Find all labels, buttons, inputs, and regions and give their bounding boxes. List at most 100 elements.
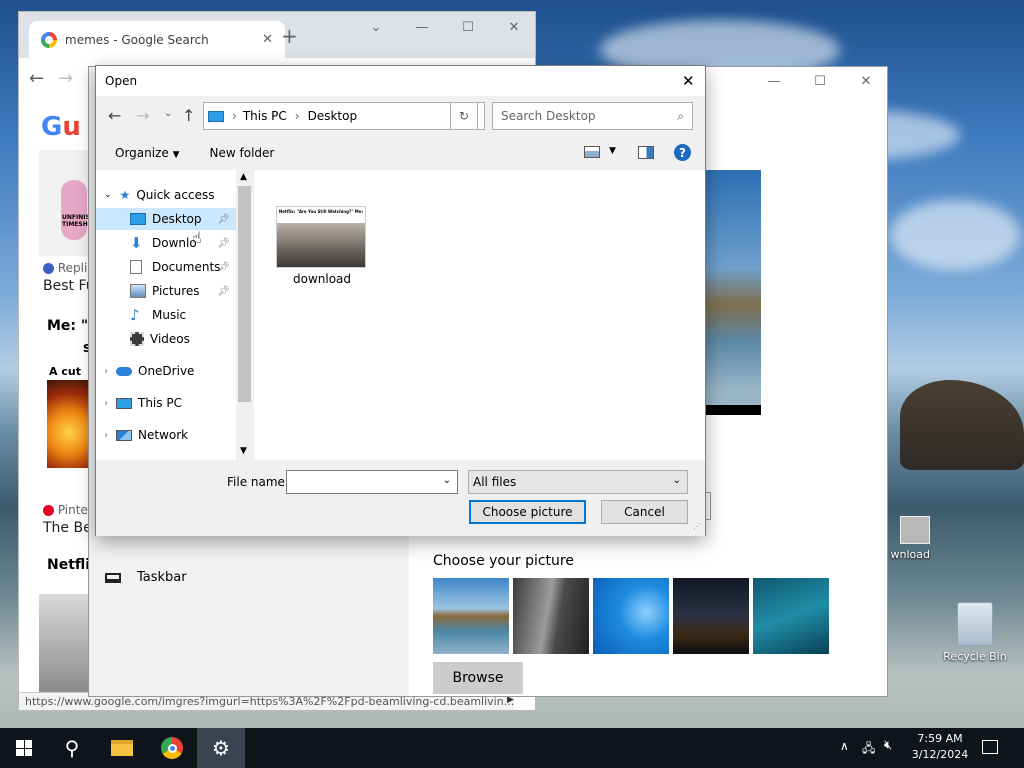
- organize-button[interactable]: Organize ▼: [115, 146, 180, 160]
- music-icon: ♪: [130, 306, 140, 324]
- maximize-icon[interactable]: ☐: [445, 12, 491, 42]
- picture-thumbnail-2[interactable]: [513, 578, 589, 654]
- network-status-icon[interactable]: 🖧︎: [862, 739, 875, 760]
- close-dialog-icon[interactable]: ✕: [682, 72, 695, 90]
- downloads-icon: ⬇: [130, 234, 143, 252]
- pin-icon[interactable]: 📌︎: [217, 262, 230, 273]
- nav-music[interactable]: ♪ Music: [96, 304, 236, 326]
- fire-image[interactable]: [47, 380, 91, 468]
- expand-icon[interactable]: ›: [104, 430, 108, 441]
- nav-network[interactable]: › Network: [96, 424, 236, 446]
- refresh-icon[interactable]: ↻: [450, 102, 478, 130]
- chrome-tab[interactable]: memes - Google Search ✕: [29, 21, 285, 58]
- result-source[interactable]: Pinter: [43, 503, 93, 517]
- address-bar[interactable]: › This PC › Desktop ⌄: [203, 102, 485, 130]
- cancel-button[interactable]: Cancel: [601, 500, 688, 524]
- chrome-icon[interactable]: [148, 728, 196, 768]
- new-tab-button[interactable]: +: [281, 24, 298, 48]
- nav-label: OneDrive: [138, 364, 195, 378]
- image-thumbnail: Netflix: "Are You Still Watching?" Me:: [276, 206, 366, 268]
- picture-thumbnail-5[interactable]: [753, 578, 829, 654]
- network-icon: [116, 429, 132, 441]
- resize-grip-icon[interactable]: ⋰: [693, 522, 701, 531]
- choose-picture-button[interactable]: Choose picture: [469, 500, 586, 524]
- sea-rock: [900, 380, 1024, 470]
- expand-icon[interactable]: ⌄: [104, 190, 112, 200]
- nav-label: Videos: [150, 332, 190, 346]
- file-item-download[interactable]: Netflix: "Are You Still Watching?" Me: d…: [276, 206, 368, 286]
- nav-documents[interactable]: Documents 📌︎: [96, 256, 236, 278]
- pin-icon[interactable]: 📌︎: [217, 238, 230, 249]
- recent-locations-icon[interactable]: ⌄: [164, 108, 172, 119]
- forward-icon[interactable]: →: [136, 106, 149, 125]
- pin-icon[interactable]: 📌︎: [217, 286, 230, 297]
- show-hidden-icons[interactable]: ∧: [840, 739, 849, 753]
- picture-thumbnail-3[interactable]: [593, 578, 669, 654]
- organize-label: Organize: [115, 146, 169, 160]
- change-view-icon[interactable]: [584, 146, 600, 158]
- breadcrumb-desktop[interactable]: Desktop: [308, 109, 358, 123]
- nav-this-pc[interactable]: › This PC: [96, 392, 236, 414]
- nav-videos[interactable]: Videos: [96, 328, 236, 350]
- forward-icon[interactable]: →: [58, 68, 73, 89]
- desktop-icon-label: Recycle Bin: [943, 650, 1007, 663]
- up-icon[interactable]: ↑: [182, 106, 195, 125]
- help-icon[interactable]: ?: [674, 144, 691, 161]
- close-tab-icon[interactable]: ✕: [262, 32, 273, 47]
- meme-caption: A cut: [49, 365, 81, 378]
- desktop-icon-recycle-bin[interactable]: Recycle Bin: [938, 602, 1012, 663]
- expand-icon[interactable]: ›: [104, 366, 108, 377]
- settings-gear-icon[interactable]: ⚙: [197, 728, 245, 768]
- breadcrumb-separator-icon: ›: [294, 109, 300, 123]
- meme-thumbnail[interactable]: [39, 594, 89, 694]
- preview-pane-icon[interactable]: [638, 146, 654, 159]
- maximize-icon[interactable]: ☐: [797, 67, 843, 95]
- nav-label: Desktop: [152, 212, 202, 226]
- scroll-down-icon[interactable]: ▼: [240, 446, 247, 456]
- expand-icon[interactable]: ›: [104, 398, 108, 409]
- dropdown-arrow-icon[interactable]: ⌄: [443, 475, 451, 486]
- background-preview: [705, 170, 761, 415]
- minimize-icon[interactable]: —: [399, 12, 445, 42]
- nav-desktop[interactable]: Desktop 📌︎: [96, 208, 236, 230]
- new-folder-button[interactable]: New folder: [210, 146, 275, 160]
- close-window-icon[interactable]: ✕: [491, 12, 537, 42]
- scrollbar-thumb[interactable]: [238, 186, 251, 402]
- pin-icon[interactable]: 📌︎: [217, 214, 230, 225]
- breadcrumb-this-pc[interactable]: This PC: [243, 109, 287, 123]
- nav-quick-access[interactable]: ⌄ ★ Quick access: [96, 184, 236, 206]
- volume-muted-icon[interactable]: 🔇︎: [884, 738, 892, 753]
- hand-cursor-icon: ☝: [192, 228, 202, 247]
- file-name-input[interactable]: ⌄: [286, 470, 458, 494]
- sidebar-item-taskbar[interactable]: Taskbar: [105, 570, 187, 585]
- result-title[interactable]: Best Fu: [43, 278, 95, 294]
- file-type-select[interactable]: All files ⌄: [468, 470, 688, 494]
- meme-thumbnail[interactable]: UNFINISHED TIMESHE: [39, 150, 104, 256]
- browse-button[interactable]: Browse: [433, 662, 523, 694]
- nav-pictures[interactable]: Pictures 📌︎: [96, 280, 236, 302]
- navigation-scrollbar[interactable]: ▲ ▼: [236, 170, 253, 460]
- start-button[interactable]: [0, 728, 48, 768]
- nav-label: Music: [152, 308, 187, 322]
- scroll-up-icon[interactable]: ▲: [240, 172, 247, 182]
- action-center-icon[interactable]: [982, 740, 998, 754]
- dialog-title: Open: [105, 74, 138, 88]
- nav-downloads[interactable]: ⬇ Downlo 📌︎: [96, 232, 236, 254]
- clock[interactable]: 7:59 AM 3/12/2024: [908, 731, 972, 763]
- taskbar: ⚲ ⚙ ∧ 🖧︎ 🔇︎ 7:59 AM 3/12/2024: [0, 728, 1024, 768]
- result-source[interactable]: Repli: [43, 261, 87, 275]
- tab-search-icon[interactable]: ⌄: [353, 12, 399, 42]
- back-icon[interactable]: ←: [108, 106, 121, 125]
- file-explorer-icon[interactable]: [98, 728, 146, 768]
- back-icon[interactable]: ←: [29, 68, 44, 89]
- close-window-icon[interactable]: ✕: [843, 67, 889, 95]
- nav-onedrive[interactable]: › OneDrive: [96, 360, 236, 382]
- view-dropdown-icon[interactable]: ▼: [609, 146, 616, 156]
- picture-thumbnail-1[interactable]: [433, 578, 509, 654]
- minimize-icon[interactable]: —: [751, 67, 797, 95]
- search-icon[interactable]: ⚲: [48, 728, 96, 768]
- pinterest-icon: [43, 505, 54, 516]
- result-title[interactable]: The Be: [43, 520, 92, 536]
- search-input[interactable]: Search Desktop ⌕: [492, 102, 693, 130]
- picture-thumbnail-4[interactable]: [673, 578, 749, 654]
